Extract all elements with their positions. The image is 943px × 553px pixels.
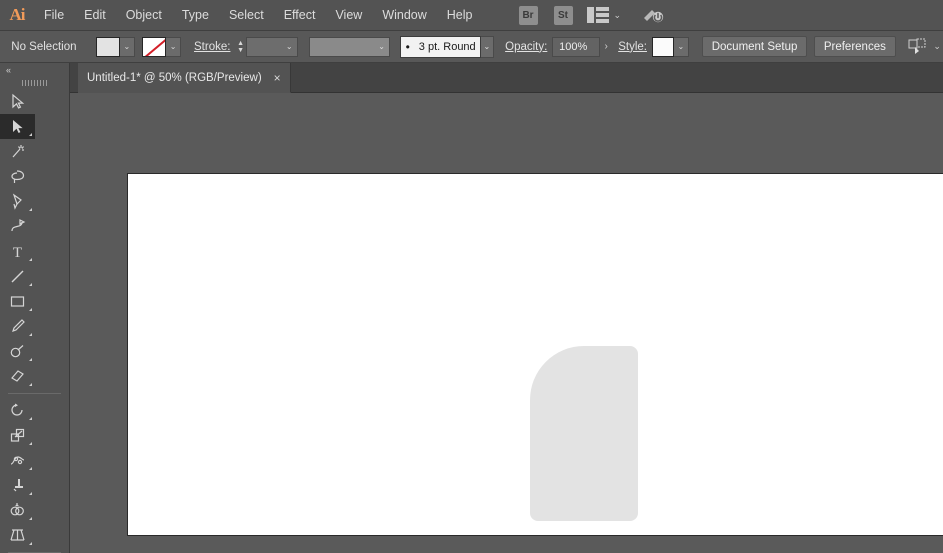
tool-flyout-indicator: [29, 492, 32, 495]
stroke-weight-stepper[interactable]: ▲ ▼: [235, 37, 245, 57]
svg-text:T: T: [13, 245, 22, 260]
tool-flyout-indicator: [29, 258, 32, 261]
artboard[interactable]: [127, 173, 943, 536]
tool-flyout-indicator: [29, 333, 32, 336]
tool-flyout-indicator: [29, 542, 32, 545]
tool-flyout-indicator: [29, 467, 32, 470]
lasso-tool[interactable]: [0, 164, 35, 189]
stroke-weight-chevron-down-icon[interactable]: ⌄: [282, 42, 297, 51]
shape-builder-tool[interactable]: [0, 498, 35, 523]
tool-flyout-indicator: [29, 417, 32, 420]
brush-preview-icon: •: [405, 39, 410, 54]
menu-item-effect[interactable]: Effect: [274, 0, 326, 31]
paintbrush-tool[interactable]: [0, 314, 35, 339]
fill-swatch[interactable]: [95, 36, 120, 57]
rotate-tool[interactable]: [0, 398, 35, 423]
variable-width-chevron-down-icon[interactable]: ⌄: [374, 42, 389, 51]
menu-item-view[interactable]: View: [325, 0, 372, 31]
direct-selection-tool[interactable]: [0, 114, 35, 139]
menu-bar: Ai File Edit Object Type Select Effect V…: [0, 0, 943, 31]
tool-flyout-indicator: [29, 358, 32, 361]
menu-item-help[interactable]: Help: [437, 0, 483, 31]
search-adobe-stock-icon[interactable]: [642, 5, 664, 25]
align-chevron-down-icon[interactable]: ⌄: [933, 42, 943, 51]
stroke-swatch-control[interactable]: ⌄: [142, 36, 182, 57]
preferences-button[interactable]: Preferences: [813, 36, 896, 57]
width-tool[interactable]: [0, 448, 35, 473]
workspace-chevron-down-icon[interactable]: ⌄: [614, 10, 626, 20]
close-icon[interactable]: ×: [274, 72, 281, 84]
stroke-weight-combo[interactable]: ⌄: [245, 36, 298, 57]
align-transform-icon[interactable]: [908, 38, 928, 56]
arrange-documents-icon[interactable]: [586, 7, 609, 23]
menu-item-object[interactable]: Object: [116, 0, 172, 31]
menu-item-edit[interactable]: Edit: [74, 0, 116, 31]
type-tool[interactable]: T: [0, 239, 35, 264]
tool-flyout-indicator: [29, 517, 32, 520]
graphic-style-control[interactable]: ⌄: [651, 36, 689, 57]
selection-status-label: No Selection: [11, 40, 77, 53]
rectangle-tool[interactable]: [0, 289, 35, 314]
opacity-input[interactable]: 100%: [552, 36, 601, 57]
toolbar-divider: [8, 393, 61, 394]
stroke-chevron-down-icon[interactable]: ⌄: [166, 36, 182, 57]
rounded-rectangle[interactable]: [530, 346, 638, 521]
toolbar-collapse-icon[interactable]: «: [0, 63, 69, 77]
document-tab[interactable]: Untitled-1* @ 50% (RGB/Preview) ×: [78, 63, 291, 93]
illustrator-window: Ai File Edit Object Type Select Effect V…: [0, 0, 943, 553]
opacity-more-icon[interactable]: ›: [600, 41, 611, 52]
bridge-icon[interactable]: Br: [518, 5, 538, 25]
document-setup-button[interactable]: Document Setup: [701, 36, 808, 57]
eraser-tool[interactable]: [0, 364, 35, 389]
menu-item-file[interactable]: File: [34, 0, 74, 31]
menu-item-type[interactable]: Type: [172, 0, 219, 31]
brush-definition-combo[interactable]: • 3 pt. Round: [399, 35, 481, 58]
menu-item-window[interactable]: Window: [372, 0, 436, 31]
tool-flyout-indicator: [29, 383, 32, 386]
variable-width-profile-combo[interactable]: ⌄: [309, 36, 391, 57]
free-transform-tool[interactable]: [0, 473, 35, 498]
fill-swatch-control[interactable]: ⌄: [95, 36, 135, 57]
style-label[interactable]: Style:: [618, 41, 647, 53]
document-tab-bar: Untitled-1* @ 50% (RGB/Preview) ×: [70, 63, 943, 93]
selection-tool[interactable]: [0, 89, 35, 114]
tool-flyout-indicator: [29, 308, 32, 311]
canvas-area[interactable]: [70, 93, 943, 553]
brush-chevron-down-icon[interactable]: ⌄: [480, 35, 494, 58]
tool-flyout-indicator: [29, 208, 32, 211]
brush-definition-value: 3 pt. Round: [418, 40, 476, 53]
stock-icon[interactable]: St: [553, 5, 573, 25]
toolbar-drag-handle[interactable]: [0, 77, 69, 89]
line-segment-tool[interactable]: [0, 264, 35, 289]
tool-flyout-indicator: [29, 283, 32, 286]
curvature-tool[interactable]: [0, 214, 35, 239]
tools-panel: « T: [0, 63, 70, 553]
document-tab-title: Untitled-1* @ 50% (RGB/Preview): [87, 71, 262, 84]
pen-tool[interactable]: [0, 189, 35, 214]
stroke-weight-label[interactable]: Stroke:: [194, 41, 230, 53]
magic-wand-tool[interactable]: [0, 139, 35, 164]
opacity-value: 100%: [559, 40, 588, 53]
tools-grid: T: [0, 89, 69, 553]
graphic-style-swatch[interactable]: [651, 36, 674, 57]
tool-flyout-indicator: [29, 442, 32, 445]
fill-chevron-down-icon[interactable]: ⌄: [119, 36, 135, 57]
tool-flyout-indicator: [29, 133, 32, 136]
scale-tool[interactable]: [0, 423, 35, 448]
menu-item-select[interactable]: Select: [219, 0, 274, 31]
control-bar: No Selection ⌄ ⌄ Stroke: ▲ ▼ ⌄ ⌄ • 3 pt.…: [0, 31, 943, 63]
app-logo-icon: Ai: [9, 5, 26, 24]
shaper-pencil-tool[interactable]: [0, 339, 35, 364]
perspective-grid-tool[interactable]: [0, 523, 35, 548]
stroke-swatch[interactable]: [142, 36, 167, 57]
opacity-label[interactable]: Opacity:: [505, 41, 547, 53]
style-chevron-down-icon[interactable]: ⌄: [673, 36, 689, 57]
